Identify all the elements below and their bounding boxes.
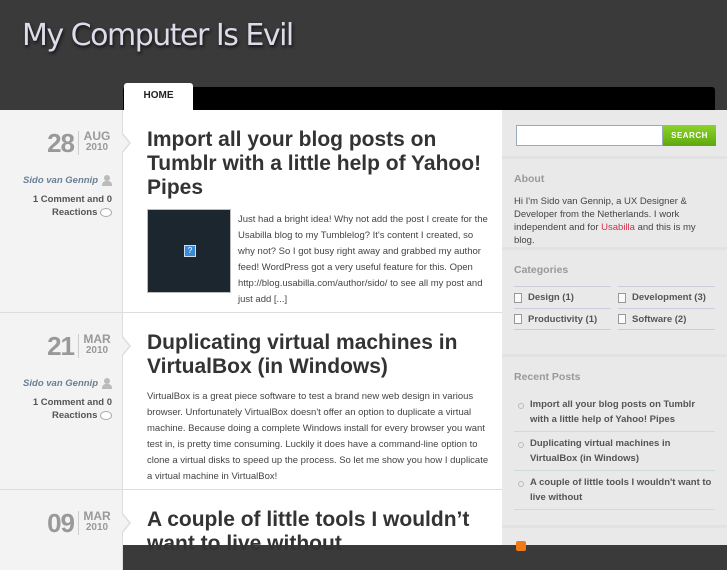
category-label[interactable]: Development (3) — [632, 292, 706, 303]
post-thumbnail[interactable]: ? — [147, 209, 231, 293]
post-meta: 28 AUG 2010 Sido van Gennip 1 Comment and… — [0, 110, 123, 312]
date-divider — [78, 511, 79, 535]
post-meta: 09 MAR 2010 — [0, 490, 123, 570]
document-icon — [618, 314, 626, 324]
post-day: 09 — [47, 508, 75, 538]
meta-arrow — [121, 512, 131, 534]
usabilla-link[interactable]: Usabilla — [601, 222, 635, 233]
month: MAR — [83, 509, 111, 523]
date-divider — [78, 131, 79, 155]
about-widget: About Hi I'm Sido van Gennip, a UX Desig… — [502, 156, 727, 247]
author-name[interactable]: Sido van Gennip — [23, 378, 98, 389]
post-excerpt: Just had a bright idea! Why not add the … — [238, 214, 488, 305]
date-divider — [78, 334, 79, 358]
post: 09 MAR 2010 A couple of little tools I wo… — [0, 490, 502, 570]
broken-image-icon: ? — [184, 245, 196, 257]
post-year: 2010 — [85, 142, 109, 153]
category-label[interactable]: Productivity (1) — [528, 314, 597, 325]
post-excerpt: VirtualBox is a great piece software to … — [147, 391, 489, 482]
main-nav: HOME — [123, 83, 715, 111]
comment-bubble-icon — [100, 207, 112, 217]
category-label[interactable]: Design (1) — [528, 292, 574, 303]
post-year: 2010 — [85, 522, 109, 533]
site-title[interactable]: My Computer Is Evil — [22, 18, 294, 53]
recent-post-item[interactable]: Import all your blog posts on Tumblr wit… — [514, 393, 715, 432]
category-software[interactable]: Software (2) — [618, 308, 715, 330]
post-meta: 21 MAR 2010 Sido van Gennip 1 Comment and… — [0, 313, 123, 489]
post: 21 MAR 2010 Sido van Gennip 1 Comment and… — [0, 313, 502, 490]
post-title[interactable]: A couple of little tools I wouldn’t want… — [147, 508, 492, 556]
meta-arrow — [121, 132, 131, 154]
search-button[interactable]: SEARCH — [663, 125, 716, 146]
main-content: 28 AUG 2010 Sido van Gennip 1 Comment and… — [0, 110, 727, 570]
post-author[interactable]: Sido van Gennip — [23, 378, 112, 389]
user-icon — [102, 378, 112, 389]
category-development[interactable]: Development (3) — [618, 286, 715, 308]
category-label[interactable]: Software (2) — [632, 314, 686, 325]
about-text: Hi I'm Sido van Gennip, a UX Designer & … — [514, 195, 715, 247]
post-day: 21 — [47, 331, 75, 361]
post-month: AUG 2010 — [82, 129, 112, 153]
recent-post-item[interactable]: A couple of little tools I wouldn't want… — [514, 471, 715, 510]
post-title[interactable]: Duplicating virtual machines in VirtualB… — [147, 331, 492, 379]
categories-list: Design (1) Development (3) Productivity … — [514, 286, 715, 330]
month: AUG — [83, 129, 111, 143]
post-year: 2010 — [85, 345, 109, 356]
document-icon — [514, 292, 522, 303]
recent-posts-title: Recent Posts — [514, 371, 581, 383]
category-design[interactable]: Design (1) — [514, 286, 611, 308]
post-comments[interactable]: 1 Comment and 0 Reactions — [2, 396, 112, 422]
about-title: About — [514, 173, 545, 185]
recent-post-item[interactable]: Duplicating virtual machines in VirtualB… — [514, 432, 715, 471]
post-month: MAR 2010 — [82, 332, 112, 356]
user-icon — [102, 175, 112, 186]
post-month: MAR 2010 — [82, 509, 112, 533]
post: 28 AUG 2010 Sido van Gennip 1 Comment and… — [0, 110, 502, 313]
post-title[interactable]: Import all your blog posts on Tumblr wit… — [147, 128, 492, 200]
document-icon — [514, 314, 522, 324]
search-input[interactable] — [516, 125, 663, 146]
rss-icon[interactable] — [516, 541, 526, 551]
recent-posts-widget: Recent Posts Import all your blog posts … — [502, 354, 727, 510]
comment-bubble-icon — [100, 410, 112, 420]
post-day: 28 — [47, 128, 75, 158]
nav-tab-home[interactable]: HOME — [124, 83, 193, 111]
search-form: SEARCH — [516, 125, 716, 146]
site-header: My Computer Is Evil HOME — [0, 0, 727, 111]
feed-widget — [502, 525, 727, 545]
categories-title: Categories — [514, 264, 569, 276]
category-productivity[interactable]: Productivity (1) — [514, 308, 611, 330]
categories-widget: Categories Design (1) Development (3) Pr… — [502, 247, 727, 330]
post-author[interactable]: Sido van Gennip — [23, 175, 112, 186]
post-comments[interactable]: 1 Comment and 0 Reactions — [2, 193, 112, 219]
sidebar: SEARCH About Hi I'm Sido van Gennip, a U… — [502, 110, 727, 551]
author-name[interactable]: Sido van Gennip — [23, 175, 98, 186]
month: MAR — [83, 332, 111, 346]
document-icon — [618, 292, 626, 303]
meta-arrow — [121, 335, 131, 357]
